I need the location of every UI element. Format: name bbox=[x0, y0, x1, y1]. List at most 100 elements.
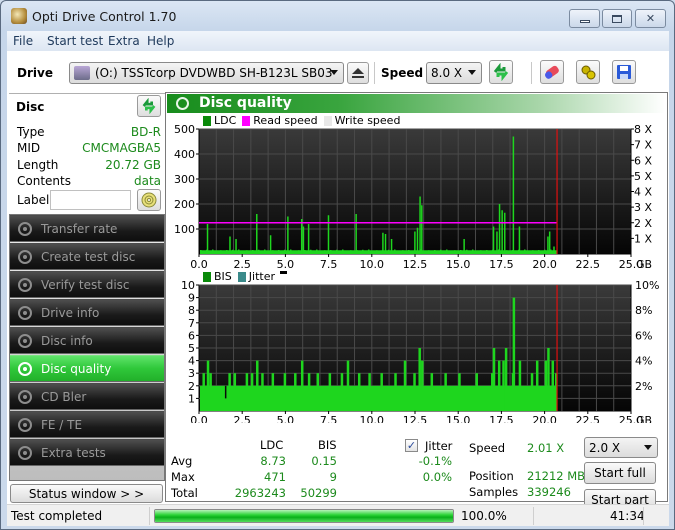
data-bar-ldc bbox=[544, 249, 546, 254]
nav-item-transfer-rate[interactable]: Transfer rate bbox=[10, 215, 164, 242]
stats-total-label: Total bbox=[171, 486, 198, 500]
data-bar-bis bbox=[497, 360, 501, 411]
refresh-icon bbox=[142, 98, 156, 114]
data-bar-ldc bbox=[454, 250, 456, 254]
minimize-button[interactable] bbox=[569, 9, 600, 28]
y2-tick-label: 10% bbox=[635, 279, 659, 292]
settings-button[interactable] bbox=[576, 60, 600, 84]
chevron-down-icon bbox=[644, 445, 652, 450]
nav-item-disc-quality[interactable]: Disc quality bbox=[10, 355, 164, 382]
maximize-button[interactable] bbox=[602, 9, 632, 28]
nav-item-cd-bler[interactable]: CD Bler bbox=[10, 383, 164, 410]
nav-item-extra-tests[interactable]: Extra tests bbox=[10, 439, 164, 466]
data-bar-bis bbox=[502, 360, 505, 411]
data-bar-ldc bbox=[234, 250, 236, 254]
data-bar-ldc bbox=[434, 250, 436, 254]
disc-refresh-button[interactable] bbox=[137, 95, 161, 117]
stats-avg-label: Avg bbox=[171, 454, 193, 468]
nav-item-create-test-disc[interactable]: Create test disc bbox=[10, 243, 164, 270]
nav-item-disc-info[interactable]: Disc info bbox=[10, 327, 164, 354]
data-bar-ldc bbox=[404, 251, 406, 254]
nav-item-fe-te[interactable]: FE / TE bbox=[10, 411, 164, 438]
data-bar-ldc bbox=[421, 205, 423, 254]
data-bar-ldc bbox=[240, 250, 242, 254]
data-bar-ldc bbox=[316, 249, 318, 254]
data-bar-ldc bbox=[304, 250, 306, 254]
nav-item-label: FE / TE bbox=[41, 417, 83, 432]
data-bar-ldc bbox=[514, 251, 516, 254]
refresh-button[interactable] bbox=[489, 60, 513, 84]
data-bar-ldc bbox=[522, 251, 524, 254]
data-bar-bis bbox=[250, 373, 254, 411]
data-bar-ldc bbox=[218, 252, 220, 254]
data-bar-ldc bbox=[216, 251, 218, 254]
data-bar-bis bbox=[418, 348, 421, 411]
menu-start-test[interactable]: Start test bbox=[47, 34, 103, 48]
drive-select[interactable]: (O:) TSSTcorp DVDWBD SH-B123L SB03 bbox=[69, 62, 344, 84]
data-bar-ldc bbox=[284, 249, 286, 254]
data-bar-bis bbox=[294, 373, 297, 411]
data-bar-ldc bbox=[310, 249, 312, 254]
data-bar-ldc bbox=[232, 249, 234, 254]
jitter-checkbox[interactable]: ✓ bbox=[405, 439, 418, 452]
disc-icon bbox=[18, 333, 32, 348]
data-bar-ldc bbox=[463, 239, 465, 254]
disc-icon bbox=[18, 389, 32, 404]
data-bar-ldc bbox=[532, 250, 534, 254]
data-bar-ldc bbox=[412, 252, 414, 254]
data-bar-bis bbox=[271, 373, 275, 411]
data-bar-ldc bbox=[378, 251, 380, 254]
menu-help[interactable]: Help bbox=[147, 34, 174, 48]
data-bar-ldc bbox=[360, 252, 362, 254]
data-bar-ldc bbox=[394, 249, 396, 254]
data-bar-ldc bbox=[542, 252, 544, 254]
data-bar-ldc bbox=[358, 251, 360, 254]
data-bar-ldc bbox=[340, 251, 342, 254]
disc-info-panel: Disc Type BD-R MID CMCMAGBA5 Length 20.7… bbox=[9, 93, 165, 211]
erase-button[interactable] bbox=[540, 60, 564, 84]
data-bar-ldc bbox=[290, 249, 292, 254]
data-bar-ldc bbox=[484, 252, 486, 254]
stats-avg-bis: 0.15 bbox=[311, 454, 337, 468]
data-bar-bis bbox=[307, 373, 311, 411]
drive-label: Drive bbox=[17, 66, 53, 80]
data-bar-ldc bbox=[280, 251, 282, 254]
data-bar-ldc bbox=[235, 239, 237, 254]
data-bar-ldc bbox=[446, 249, 448, 254]
data-bar-bis bbox=[530, 373, 534, 411]
nav-item-drive-info[interactable]: Drive info bbox=[10, 299, 164, 326]
start-full-button[interactable]: Start full bbox=[584, 462, 656, 484]
drive-icon bbox=[74, 66, 90, 80]
data-bar-ldc bbox=[398, 251, 400, 254]
maximize-icon bbox=[612, 14, 622, 23]
y-tick-label: 200 bbox=[174, 198, 195, 211]
nav-item-label: Extra tests bbox=[41, 445, 106, 460]
speed-select[interactable]: 8.0 X bbox=[426, 62, 482, 84]
data-bar-ldc bbox=[268, 251, 270, 254]
disc-contents-value: data bbox=[133, 174, 161, 188]
nav-item-verify-test-disc[interactable]: Verify test disc bbox=[10, 271, 164, 298]
close-button[interactable]: ✕ bbox=[635, 9, 666, 28]
nav-item-label: Transfer rate bbox=[41, 221, 118, 236]
test-speed-select[interactable]: 2.0 X bbox=[584, 437, 658, 458]
data-bar-bis bbox=[300, 360, 304, 411]
nav-item-label: Create test disc bbox=[41, 249, 136, 264]
y-tick-label: 500 bbox=[174, 123, 195, 136]
disc-icon bbox=[18, 249, 32, 264]
x-tick-label: 22.5 bbox=[576, 258, 601, 271]
menu-extra[interactable]: Extra bbox=[108, 34, 140, 48]
data-bar-ldc bbox=[486, 250, 488, 254]
disc-label-button[interactable] bbox=[137, 189, 161, 211]
y-tick-label: 8 bbox=[188, 304, 195, 317]
data-bar-ldc bbox=[456, 251, 458, 254]
y-tick-label: 2 bbox=[188, 380, 195, 393]
data-bar-ldc bbox=[380, 252, 382, 254]
save-button[interactable] bbox=[612, 60, 636, 84]
eject-button[interactable] bbox=[347, 62, 369, 84]
data-bar-bis bbox=[380, 373, 383, 411]
x-tick-label: 20.0 bbox=[532, 258, 557, 271]
disc-label-input[interactable] bbox=[50, 190, 131, 210]
status-window-button[interactable]: Status window > > bbox=[10, 484, 163, 503]
data-bar-ldc bbox=[214, 250, 216, 254]
menu-file[interactable]: File bbox=[13, 34, 33, 48]
